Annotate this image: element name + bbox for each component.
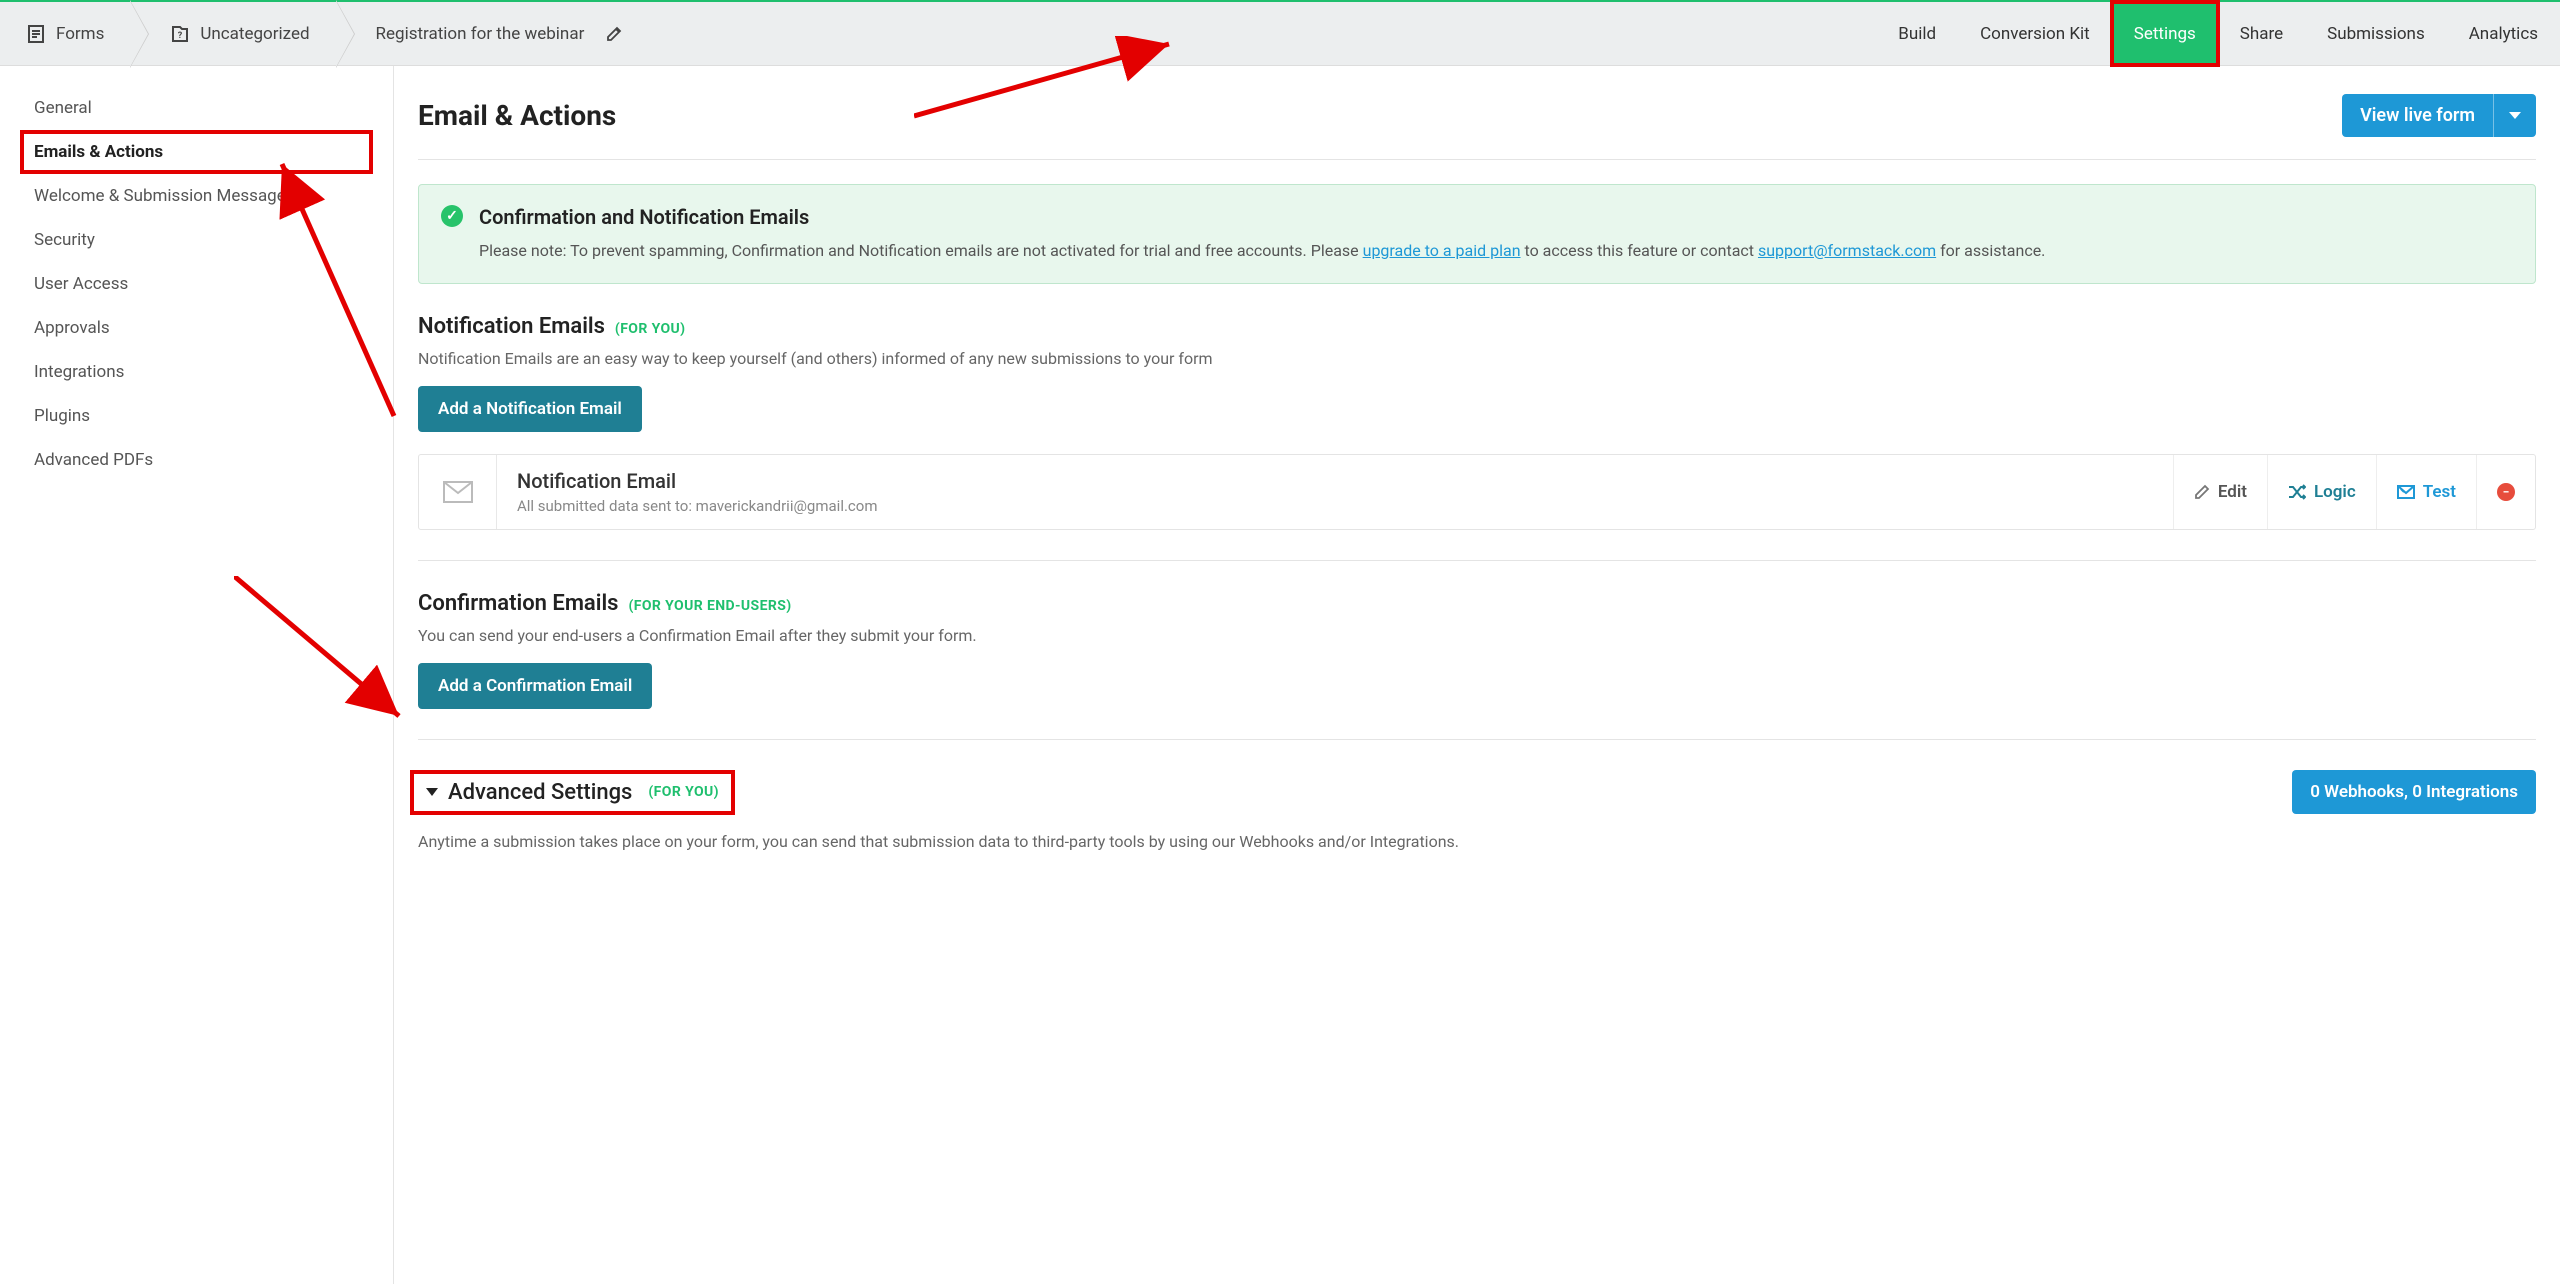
notification-desc: Notification Emails are an easy way to k… bbox=[418, 349, 2536, 368]
edit-button[interactable]: Edit bbox=[2173, 455, 2267, 529]
shuffle-icon bbox=[2288, 484, 2306, 500]
send-icon bbox=[2397, 485, 2415, 499]
advanced-desc: Anytime a submission takes place on your… bbox=[418, 832, 2536, 851]
sidebar-user-access[interactable]: User Access bbox=[0, 262, 393, 306]
delete-button[interactable]: − bbox=[2476, 455, 2535, 529]
confirmation-title: Confirmation Emails bbox=[418, 591, 619, 616]
nav-share[interactable]: Share bbox=[2218, 2, 2305, 65]
sidebar-emails-actions[interactable]: Emails & Actions bbox=[22, 132, 371, 172]
advanced-title: Advanced Settings bbox=[448, 780, 632, 805]
support-email-link[interactable]: support@formstack.com bbox=[1758, 241, 1936, 260]
sidebar-advanced-pdfs[interactable]: Advanced PDFs bbox=[0, 438, 393, 482]
settings-sidebar: General Emails & Actions Welcome & Submi… bbox=[0, 66, 394, 1284]
notification-title: Notification Emails bbox=[418, 314, 605, 339]
check-circle-icon: ✓ bbox=[441, 205, 463, 227]
breadcrumb-forms-label: Forms bbox=[56, 24, 104, 44]
advanced-settings-row: Advanced Settings (FOR YOU) 0 Webhooks, … bbox=[418, 770, 2536, 814]
sidebar-security[interactable]: Security bbox=[0, 218, 393, 262]
card-subtitle: All submitted data sent to: maverickandr… bbox=[517, 497, 2153, 515]
minus-circle-icon: − bbox=[2497, 483, 2515, 501]
breadcrumb-form[interactable]: Registration for the webinar bbox=[336, 2, 649, 65]
test-button[interactable]: Test bbox=[2376, 455, 2476, 529]
notification-emails-section: Notification Emails (FOR YOU) Notificati… bbox=[418, 314, 2536, 530]
top-bar: Forms ? Uncategorized Registration for t… bbox=[0, 0, 2560, 66]
breadcrumb-category[interactable]: ? Uncategorized bbox=[130, 2, 335, 65]
pencil-icon[interactable] bbox=[606, 26, 622, 42]
advanced-settings-toggle[interactable]: Advanced Settings (FOR YOU) bbox=[414, 774, 731, 811]
sidebar-plugins[interactable]: Plugins bbox=[0, 394, 393, 438]
view-live-form-button[interactable]: View live form bbox=[2342, 94, 2536, 137]
breadcrumb-category-label: Uncategorized bbox=[200, 24, 309, 44]
forms-icon bbox=[26, 24, 46, 44]
mail-icon bbox=[419, 455, 497, 529]
confirmation-tag: (FOR YOUR END-USERS) bbox=[628, 598, 791, 614]
breadcrumb-form-label: Registration for the webinar bbox=[376, 24, 585, 44]
sidebar-general[interactable]: General bbox=[0, 86, 393, 130]
page-title: Email & Actions bbox=[418, 99, 616, 132]
main-content: Email & Actions View live form ✓ Confirm… bbox=[394, 66, 2560, 1284]
info-alert: ✓ Confirmation and Notification Emails P… bbox=[418, 184, 2536, 284]
webhooks-integrations-button[interactable]: 0 Webhooks, 0 Integrations bbox=[2292, 770, 2536, 814]
alert-title: Confirmation and Notification Emails bbox=[479, 205, 2513, 229]
sidebar-welcome-message[interactable]: Welcome & Submission Message bbox=[0, 174, 393, 218]
sidebar-approvals[interactable]: Approvals bbox=[0, 306, 393, 350]
nav-build[interactable]: Build bbox=[1876, 2, 1958, 65]
nav-analytics[interactable]: Analytics bbox=[2447, 2, 2560, 65]
breadcrumb-forms[interactable]: Forms bbox=[0, 2, 130, 65]
folder-question-icon: ? bbox=[170, 24, 190, 44]
pencil-icon bbox=[2194, 484, 2210, 500]
logic-button[interactable]: Logic bbox=[2267, 455, 2376, 529]
sidebar-integrations[interactable]: Integrations bbox=[0, 350, 393, 394]
caret-down-icon[interactable] bbox=[2494, 100, 2536, 132]
alert-text: Please note: To prevent spamming, Confir… bbox=[479, 239, 2513, 263]
add-confirmation-email-button[interactable]: Add a Confirmation Email bbox=[418, 663, 652, 709]
notification-tag: (FOR YOU) bbox=[615, 321, 686, 337]
top-nav: Build Conversion Kit Settings Share Subm… bbox=[1876, 2, 2560, 65]
upgrade-link[interactable]: upgrade to a paid plan bbox=[1363, 241, 1521, 260]
confirmation-desc: You can send your end-users a Confirmati… bbox=[418, 626, 2536, 645]
view-live-form-label: View live form bbox=[2342, 94, 2494, 137]
nav-submissions[interactable]: Submissions bbox=[2305, 2, 2447, 65]
breadcrumb: Forms ? Uncategorized Registration for t… bbox=[0, 2, 648, 65]
card-title: Notification Email bbox=[517, 469, 2153, 493]
nav-conversion-kit[interactable]: Conversion Kit bbox=[1958, 2, 2112, 65]
svg-text:?: ? bbox=[178, 31, 183, 41]
confirmation-emails-section: Confirmation Emails (FOR YOUR END-USERS)… bbox=[418, 591, 2536, 709]
advanced-tag: (FOR YOU) bbox=[648, 784, 719, 800]
add-notification-email-button[interactable]: Add a Notification Email bbox=[418, 386, 642, 432]
nav-settings[interactable]: Settings bbox=[2112, 2, 2218, 65]
caret-down-icon bbox=[426, 788, 438, 796]
notification-email-card: Notification Email All submitted data se… bbox=[418, 454, 2536, 530]
